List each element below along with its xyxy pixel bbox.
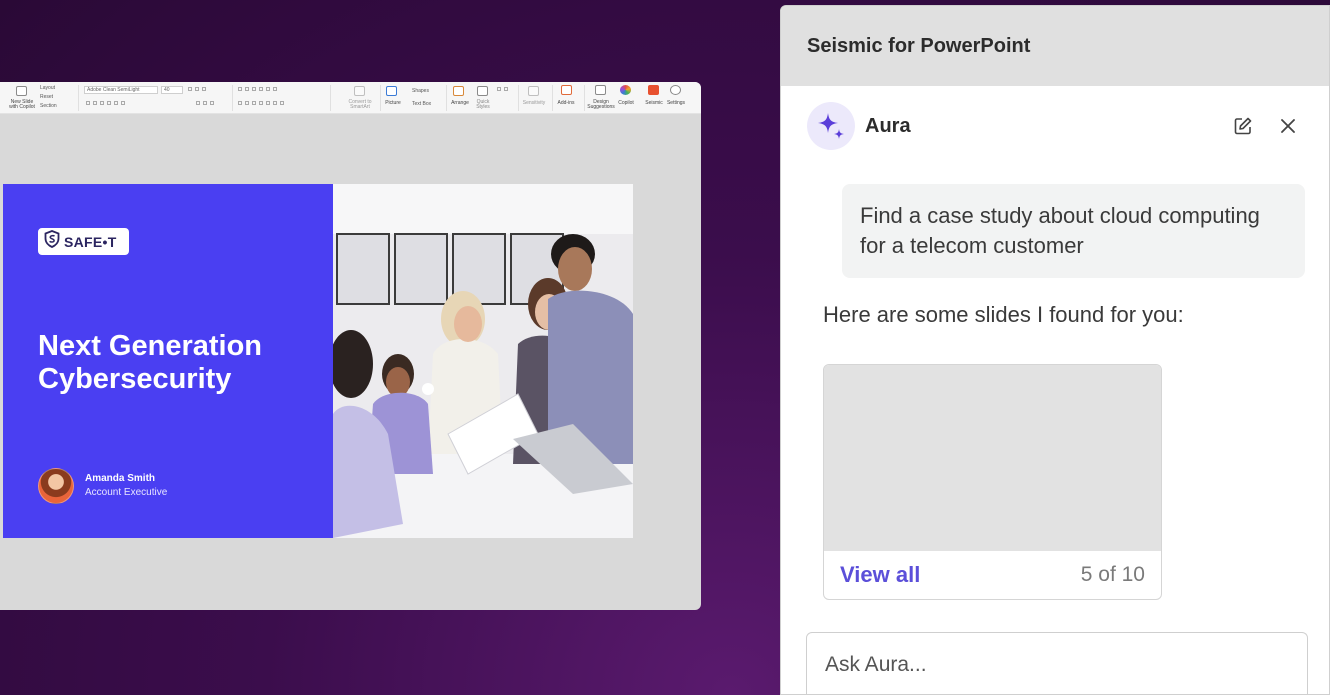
add-ins-icon[interactable]: [561, 85, 572, 95]
font-grow-buttons[interactable]: [188, 87, 209, 92]
panel-header: Seismic for PowerPoint: [781, 6, 1329, 86]
font-color-buttons[interactable]: [196, 101, 217, 106]
reset-button[interactable]: Reset: [40, 94, 53, 100]
assistant-header: Aura: [807, 102, 1307, 150]
slide-title-line1: Next Generation: [38, 330, 262, 362]
font-format-buttons[interactable]: [86, 101, 128, 106]
styles-label: Styles: [476, 104, 490, 110]
close-icon[interactable]: [1276, 114, 1300, 138]
copilot-label[interactable]: Copilot: [614, 101, 638, 106]
arrange-icon[interactable]: [453, 86, 464, 96]
aura-sparkle-icon: [807, 102, 855, 150]
shapes-button[interactable]: Shapes: [412, 88, 429, 94]
shield-icon: [44, 230, 60, 253]
ask-aura-input[interactable]: [806, 632, 1308, 694]
font-name-select[interactable]: Adobe Clean SemiLight: [84, 86, 158, 94]
presenter-role: Account Executive: [85, 487, 168, 498]
slide-title-panel: SAFE•T Next Generation Cybersecurity Ama…: [3, 184, 333, 538]
result-card-footer: View all 5 of 10: [824, 551, 1161, 599]
logo-text: SAFE•T: [64, 233, 117, 250]
copilot-icon[interactable]: [620, 85, 631, 95]
seismic-label[interactable]: Seismic: [642, 101, 666, 106]
sensitivity-icon[interactable]: [528, 86, 539, 96]
ribbon-toolbar: New Slide with Copilot Layout Reset Sect…: [0, 82, 701, 114]
presenter-block: Amanda Smith Account Executive: [38, 468, 167, 504]
layout-button[interactable]: Layout: [40, 85, 55, 91]
picture-icon[interactable]: [386, 86, 397, 96]
slide-title-line2: Cybersecurity: [38, 363, 232, 395]
sensitivity-label[interactable]: Sensitivity: [520, 101, 548, 106]
settings-label[interactable]: Settings: [664, 101, 688, 106]
list-buttons[interactable]: [238, 87, 280, 92]
gear-icon[interactable]: [670, 85, 681, 95]
picture-label[interactable]: Picture: [382, 101, 404, 106]
safe-t-logo: SAFE•T: [38, 228, 129, 255]
seismic-icon[interactable]: [648, 85, 659, 95]
align-buttons[interactable]: [238, 101, 287, 106]
slide-title: Next Generation Cybersecurity: [38, 330, 318, 396]
font-size-select[interactable]: 40: [161, 86, 183, 94]
user-message-bubble: Find a case study about cloud computing …: [842, 184, 1305, 278]
assistant-name: Aura: [865, 114, 911, 137]
assistant-message: Here are some slides I found for you:: [823, 302, 1184, 327]
quick-styles-icon[interactable]: [477, 86, 488, 96]
avatar: [38, 468, 74, 504]
add-ins-label[interactable]: Add-ins: [554, 101, 578, 106]
text-box-button[interactable]: Text Box: [412, 101, 431, 107]
slide-canvas[interactable]: SAFE•T Next Generation Cybersecurity Ama…: [3, 184, 633, 538]
edit-icon[interactable]: [1231, 114, 1255, 138]
smartart-label: SmartArt: [350, 104, 370, 110]
suggestions-label: Suggestions: [587, 104, 615, 110]
slide-results-card[interactable]: View all 5 of 10: [823, 364, 1162, 600]
team-photo-image: [333, 184, 633, 538]
with-copilot-label: with Copilot: [9, 104, 35, 110]
panel-title: Seismic for PowerPoint: [807, 34, 1031, 57]
smartart-icon[interactable]: [354, 86, 365, 96]
presenter-name: Amanda Smith: [85, 473, 156, 484]
result-count: 5 of 10: [1080, 563, 1145, 586]
powerpoint-window: New Slide with Copilot Layout Reset Sect…: [0, 82, 701, 610]
shape-format-buttons[interactable]: [497, 87, 511, 92]
design-suggestions-icon[interactable]: [595, 85, 606, 95]
slide-result-thumbnail[interactable]: [824, 365, 1161, 551]
view-all-link[interactable]: View all: [840, 562, 920, 588]
arrange-label[interactable]: Arrange: [448, 101, 472, 106]
new-slide-icon[interactable]: [16, 86, 27, 96]
seismic-panel: Seismic for PowerPoint Aura Find a case …: [780, 5, 1330, 695]
section-button[interactable]: Section: [40, 103, 57, 109]
